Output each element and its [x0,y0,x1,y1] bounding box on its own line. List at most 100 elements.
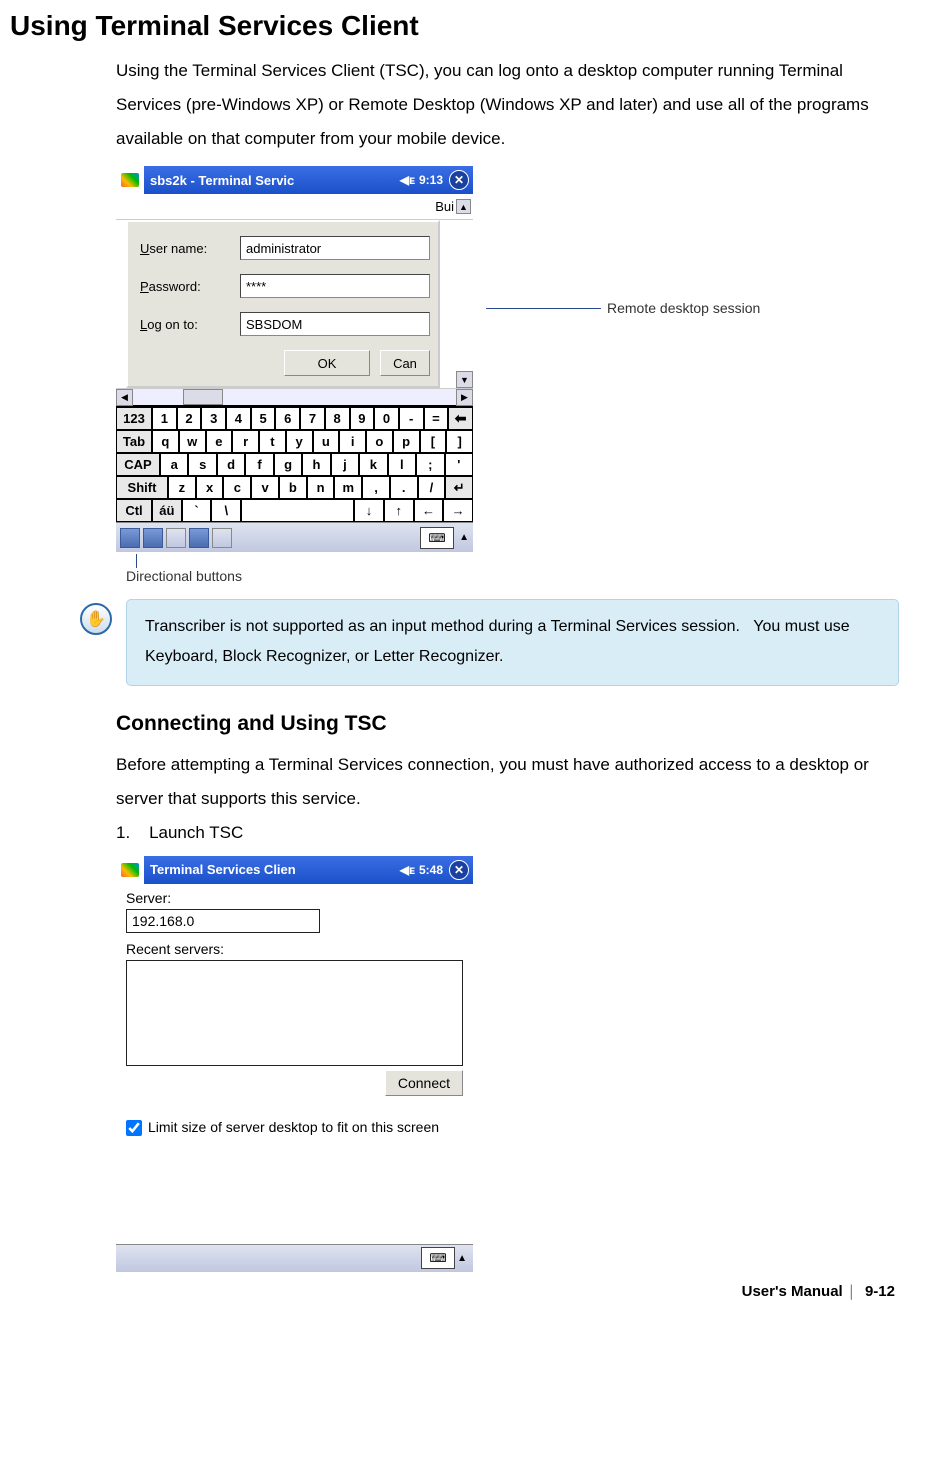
directional-button-3[interactable] [166,528,186,548]
recent-servers-list[interactable] [126,960,463,1066]
directional-button-5[interactable] [212,528,232,548]
key-i[interactable]: i [339,430,366,453]
ok-button[interactable]: OK [284,350,370,376]
logonto-label: Log on to: [140,317,240,332]
key-o[interactable]: o [366,430,393,453]
key-backtick[interactable]: ` [182,499,212,522]
key-7[interactable]: 7 [300,407,325,430]
key-rbracket[interactable]: ] [446,430,473,453]
key-d[interactable]: d [217,453,245,476]
speaker-icon[interactable]: ◀ᴇ [400,173,415,187]
key-1[interactable]: 1 [152,407,177,430]
key-w[interactable]: w [179,430,206,453]
key-l[interactable]: l [388,453,416,476]
key-accent[interactable]: áü [152,499,182,522]
key-t[interactable]: t [259,430,286,453]
figure-1: sbs2k - Terminal Servic ◀ᴇ 9:13 ✕ Bui ▲ … [116,166,899,584]
section-lead: Before attempting a Terminal Services co… [116,748,899,816]
scroll-right-button[interactable]: ▶ [456,389,473,406]
key-6[interactable]: 6 [275,407,300,430]
key-8[interactable]: 8 [325,407,350,430]
truncated-label: Bui [435,199,454,214]
up-arrow-icon[interactable]: ▲ [457,1253,467,1264]
key-apostrophe[interactable]: ' [445,453,473,476]
bottom-toolbar: ⌨ ▲ [116,522,473,552]
key-j[interactable]: j [331,453,359,476]
keyboard-toggle-icon[interactable]: ⌨ [421,1247,455,1269]
key-backspace[interactable]: ⬅ [448,407,473,430]
key-f[interactable]: f [245,453,273,476]
key-slash[interactable]: / [418,476,446,499]
limit-size-checkbox[interactable] [126,1120,142,1136]
key-caps[interactable]: CAP [116,453,160,476]
horizontal-scrollbar[interactable]: ◀ ▶ [116,388,473,405]
scroll-down-button[interactable]: ▼ [456,371,473,388]
scrollbar-track[interactable] [133,389,456,405]
key-q[interactable]: q [152,430,179,453]
speaker-icon[interactable]: ◀ᴇ [400,863,415,877]
key-left[interactable]: ← [414,499,444,522]
logonto-input[interactable] [240,312,430,336]
key-4[interactable]: 4 [226,407,251,430]
key-9[interactable]: 9 [350,407,375,430]
key-r[interactable]: r [232,430,259,453]
key-k[interactable]: k [359,453,387,476]
key-minus[interactable]: - [399,407,424,430]
key-c[interactable]: c [223,476,251,499]
directional-button-2[interactable] [143,528,163,548]
directional-button-1[interactable] [120,528,140,548]
footer-page: 9-12 [865,1283,895,1300]
key-s[interactable]: s [188,453,216,476]
key-123[interactable]: 123 [116,407,152,430]
key-h[interactable]: h [302,453,330,476]
scroll-up-button[interactable]: ▲ [456,199,471,214]
key-m[interactable]: m [334,476,362,499]
key-0[interactable]: 0 [374,407,399,430]
keyboard-toggle-icon[interactable]: ⌨ [420,527,454,549]
key-u[interactable]: u [313,430,340,453]
close-button-2[interactable]: ✕ [449,860,469,880]
key-5[interactable]: 5 [251,407,276,430]
username-input[interactable] [240,236,430,260]
key-tab[interactable]: Tab [116,430,152,453]
session-top-bar: Bui ▲ [116,194,473,220]
key-enter[interactable]: ↵ [445,476,473,499]
footer-label: User's Manual [742,1283,843,1300]
scroll-left-button[interactable]: ◀ [116,389,133,406]
key-x[interactable]: x [196,476,224,499]
key-z[interactable]: z [168,476,196,499]
directional-button-4[interactable] [189,528,209,548]
key-g[interactable]: g [274,453,302,476]
section-heading: Connecting and Using TSC [116,712,899,736]
key-down[interactable]: ↓ [354,499,384,522]
key-v[interactable]: v [251,476,279,499]
key-comma[interactable]: , [362,476,390,499]
key-right[interactable]: → [443,499,473,522]
key-equals[interactable]: = [424,407,449,430]
key-a[interactable]: a [160,453,188,476]
key-up[interactable]: ↑ [384,499,414,522]
cancel-button[interactable]: Can [380,350,430,376]
titlebar-2: Terminal Services Clien ◀ᴇ 5:48 ✕ [116,856,473,884]
key-2[interactable]: 2 [177,407,202,430]
password-input[interactable] [240,274,430,298]
key-backslash[interactable]: \ [211,499,241,522]
key-3[interactable]: 3 [201,407,226,430]
key-p[interactable]: p [393,430,420,453]
key-period[interactable]: . [390,476,418,499]
key-lbracket[interactable]: [ [420,430,447,453]
key-y[interactable]: y [286,430,313,453]
up-arrow-icon[interactable]: ▲ [459,532,469,543]
close-button[interactable]: ✕ [449,170,469,190]
key-e[interactable]: e [206,430,233,453]
key-n[interactable]: n [307,476,335,499]
key-semicolon[interactable]: ; [416,453,444,476]
scrollbar-thumb[interactable] [183,389,223,405]
callout-remote-label: Remote desktop session [607,300,760,316]
key-ctl[interactable]: Ctl [116,499,152,522]
key-shift[interactable]: Shift [116,476,168,499]
connect-button[interactable]: Connect [385,1070,463,1096]
key-space[interactable] [241,499,354,522]
server-input[interactable] [126,909,320,933]
key-b[interactable]: b [279,476,307,499]
